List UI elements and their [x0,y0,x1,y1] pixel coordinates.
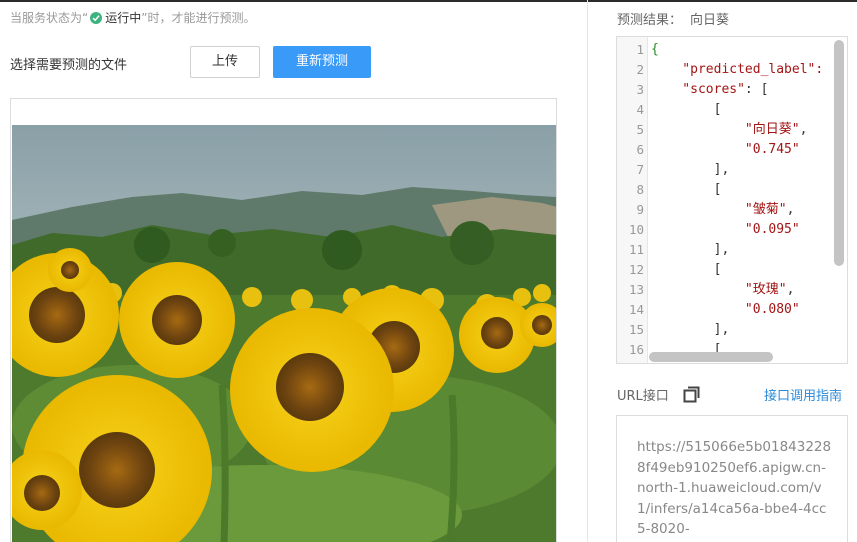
code-line: 2 "predicted_label": [617,60,847,80]
line-number: 11 [628,242,644,257]
line-number: 3 [636,82,644,97]
vertical-scrollbar[interactable] [834,40,844,266]
code-line: 11 ], [617,240,847,260]
horizontal-scrollbar[interactable] [649,352,773,362]
image-preview [10,98,557,542]
line-number: 7 [636,162,644,177]
line-text: "皱菊", [651,200,795,220]
url-box: https://515066e5b018432288f49eb910250ef6… [616,415,848,542]
code-token: "0.745" [651,142,800,157]
line-text: ], [651,240,730,260]
line-text: [ [651,180,722,200]
line-number: 4 [636,102,644,117]
code-token: "scores" [651,82,745,97]
code-line: 10 "0.095" [617,220,847,240]
select-file-label: 选择需要预测的文件 [10,58,128,73]
status-note: 当服务状态为“ 运行中”时，才能进行预测。 [10,9,255,26]
code-token: { [651,42,659,57]
code-token: ], [651,162,730,177]
line-text: [ [651,100,722,120]
code-token: ], [651,242,730,257]
code-line: 14 "0.080" [617,300,847,320]
code-line: 13 "玫瑰", [617,280,847,300]
line-text: "0.095" [651,220,800,240]
code-line: 8 [ [617,180,847,200]
line-text: "0.745" [651,140,800,160]
code-line: 6 "0.745" [617,140,847,160]
upload-button[interactable]: 上传 [190,46,260,78]
code-line: 12 [ [617,260,847,280]
line-number: 14 [628,302,644,317]
code-token: "0.080" [651,302,800,317]
json-result-viewer[interactable]: 1{2 "predicted_label": 3 "scores": [4 [5… [616,36,848,364]
line-text: { [651,40,659,60]
line-text: [ [651,260,722,280]
status-note-suffix: ”时，才能进行预测。 [141,11,256,25]
line-text: "向日葵", [651,120,808,140]
line-number: 6 [636,142,644,157]
code-token: "0.095" [651,222,800,237]
code-token: , [786,202,795,217]
code-token: "皱菊" [651,202,787,217]
url-interface-label: URL接口 [617,389,669,404]
code-token: "玫瑰" [651,282,787,297]
code-token: [ [651,102,722,117]
status-running: 运行中 [105,11,142,25]
code-line: 4 [ [617,100,847,120]
copy-icon[interactable] [683,386,700,403]
line-number: 8 [636,182,644,197]
top-border [0,0,857,2]
line-number: 16 [628,342,644,357]
code-token: : [ [744,82,769,97]
repredict-button[interactable]: 重新预测 [273,46,371,78]
sunflower-image [12,125,556,542]
code-token: "向日葵" [651,122,800,137]
prediction-result-label: 向日葵 [690,13,730,28]
line-text: ], [651,320,730,340]
code-token: [ [651,182,722,197]
code-token: ], [651,322,730,337]
code-token: "predicted_label": [651,62,832,77]
api-guide-link[interactable]: 接口调用指南 [764,385,842,404]
api-url-text[interactable]: https://515066e5b018432288f49eb910250ef6… [637,437,832,540]
line-number: 5 [636,122,644,137]
column-divider [587,0,588,542]
line-text: ], [651,160,730,180]
prediction-result-title: 预测结果： [617,13,683,28]
code-line: 5 "向日葵", [617,120,847,140]
status-note-prefix: 当服务状态为“ [10,11,89,25]
code-token: [ [651,262,722,277]
line-number: 10 [628,222,644,237]
line-text: "predicted_label": [651,60,831,80]
prediction-result-header: 预测结果： 向日葵 [617,9,729,28]
line-number: 9 [636,202,644,217]
line-number: 15 [628,322,644,337]
code-token: , [786,282,795,297]
code-line: 1{ [617,40,847,60]
line-number: 2 [636,62,644,77]
code-line: 7 ], [617,160,847,180]
code-line: 3 "scores": [ [617,80,847,100]
code-token: , [799,122,808,137]
code-line: 9 "皱菊", [617,200,847,220]
line-number: 12 [628,262,644,277]
line-number: 1 [636,42,644,57]
line-text: "玫瑰", [651,280,795,300]
line-text: "scores": [ [651,80,768,100]
code-line: 15 ], [617,320,847,340]
line-text: "0.080" [651,300,800,320]
json-code-lines: 1{2 "predicted_label": 3 "scores": [4 [5… [617,40,847,360]
check-circle-icon [90,12,103,24]
line-number: 13 [628,282,644,297]
